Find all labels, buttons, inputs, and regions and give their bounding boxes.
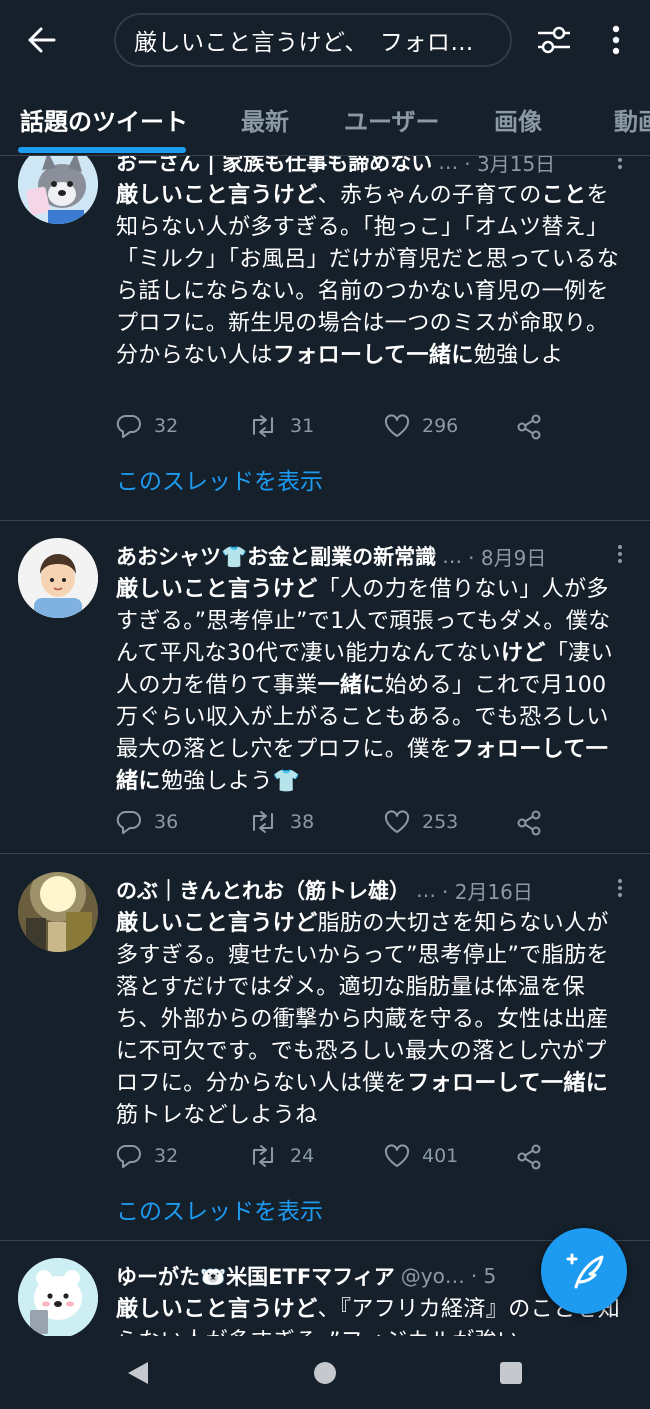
author-name[interactable]: あおシャツ👕お金と副業の新常識 [116, 541, 436, 571]
tweet-text: 厳しいこと言うけど脂肪の大切さを知らない人が多すぎる。痩せたいからって”思考停止… [116, 911, 609, 1128]
author-handle-ellipsis: … [442, 544, 463, 568]
like-count: 253 [422, 811, 459, 833]
reply-count: 36 [154, 811, 179, 833]
search-tabs: 話題のツイート 最新 ユーザー 画像 動画 [0, 80, 650, 156]
tweet-date[interactable]: · 8月9日 [468, 542, 546, 571]
retweet-icon [253, 415, 273, 437]
retweet-icon [253, 811, 273, 833]
tweet-date[interactable]: · 5 [471, 1264, 496, 1288]
divider [0, 520, 650, 521]
like-button[interactable]: 401 [384, 1144, 458, 1168]
avatar[interactable] [18, 156, 98, 224]
tweet-text: 厳しいこと言うけど「人の力を借りない」人が多すぎる。”思考停止”で1人で頑張って… [116, 577, 614, 794]
like-count: 401 [422, 1145, 459, 1167]
like-button[interactable]: 253 [384, 810, 458, 834]
retweet-button[interactable]: 31 [248, 414, 314, 438]
retweet-icon [253, 1145, 273, 1167]
show-thread-link[interactable]: このスレッドを表示 [116, 462, 323, 496]
share-icon [517, 1144, 541, 1170]
avatar[interactable] [18, 1258, 98, 1336]
timeline[interactable]: おーさん | 家族も仕事も諦めない … · 3月15日 厳しいこと言うけど、赤ち… [0, 156, 650, 1336]
like-heart-icon [384, 414, 410, 437]
like-heart-icon [384, 810, 410, 833]
share-button[interactable] [516, 1144, 542, 1170]
retweet-button[interactable]: 24 [248, 1144, 314, 1168]
author-handle-ellipsis: … [416, 878, 436, 902]
tab-photos[interactable]: 画像 [494, 102, 542, 137]
active-tab-indicator [18, 147, 186, 153]
reply-count: 32 [154, 1145, 179, 1167]
author-handle-ellipsis: … [438, 156, 459, 174]
like-count: 296 [422, 415, 459, 437]
tweet-date[interactable]: · 3月15日 [464, 156, 555, 177]
compose-tweet-button[interactable] [541, 1228, 627, 1314]
share-button[interactable] [516, 414, 542, 440]
share-icon [517, 414, 541, 440]
avatar[interactable] [18, 538, 98, 618]
author-name[interactable]: のぶ｜きんとれお（筋トレ雄） [116, 875, 410, 905]
tweet-more-icon[interactable] [618, 542, 624, 566]
tab-videos[interactable]: 動画 [614, 102, 650, 137]
share-button[interactable] [516, 810, 542, 836]
tweet-more-icon[interactable] [618, 156, 624, 172]
avatar[interactable] [18, 872, 98, 952]
tweet-text: 厳しいこと言うけど、『アフリカ経済』のことを知らない人が多すぎる。”フィジカルが… [116, 1297, 621, 1336]
retweet-count: 31 [290, 415, 315, 437]
tweet-more-icon[interactable] [618, 876, 624, 900]
reply-button[interactable]: 36 [116, 810, 178, 834]
show-thread-link[interactable]: このスレッドを表示 [116, 1192, 323, 1226]
nav-back-icon[interactable] [123, 1358, 153, 1388]
search-header: 厳しいこと言うけど、 フォロ… [0, 0, 650, 80]
share-icon [517, 810, 541, 836]
reply-button[interactable]: 32 [116, 414, 178, 438]
search-query: 厳しいこと言うけど、 フォロ… [134, 30, 474, 56]
nav-recents-icon[interactable] [496, 1358, 526, 1388]
tweet-actions: 32 31 296 [116, 414, 546, 446]
tweet-text: 厳しいこと言うけど、赤ちゃんの子育てのことを知らない人が多すぎる。「抱っこ」「オ… [116, 183, 620, 368]
more-vertical-icon[interactable] [600, 20, 632, 60]
tweet-actions: 36 38 253 [116, 810, 546, 842]
divider [0, 853, 650, 854]
author-name[interactable]: おーさん | 家族も仕事も諦めない [116, 156, 432, 177]
system-nav-bar [0, 1336, 650, 1409]
like-button[interactable]: 296 [384, 414, 458, 438]
retweet-button[interactable]: 38 [248, 810, 314, 834]
reply-icon [116, 414, 141, 438]
tab-latest[interactable]: 最新 [241, 102, 289, 137]
tab-top[interactable]: 話題のツイート [20, 102, 188, 137]
tab-people[interactable]: ユーザー [344, 102, 440, 137]
retweet-count: 38 [290, 811, 315, 833]
author-name[interactable]: ゆーがた🐻‍❄️米国ETFマフィア [116, 1261, 395, 1291]
compose-feather-icon [566, 1253, 604, 1289]
like-heart-icon [384, 1144, 410, 1167]
retweet-count: 24 [290, 1145, 315, 1167]
author-handle: @yo… [400, 1264, 465, 1288]
tweet-date[interactable]: · 2月16日 [442, 876, 533, 905]
reply-icon [116, 1144, 141, 1168]
reply-button[interactable]: 32 [116, 1144, 178, 1168]
reply-icon [116, 810, 141, 834]
reply-count: 32 [154, 415, 179, 437]
filter-sliders-icon[interactable] [532, 18, 576, 62]
nav-home-icon[interactable] [310, 1358, 340, 1388]
search-input[interactable]: 厳しいこと言うけど、 フォロ… [114, 13, 512, 67]
back-arrow-icon[interactable] [22, 20, 62, 60]
tweet-actions: 32 24 401 [116, 1144, 546, 1176]
